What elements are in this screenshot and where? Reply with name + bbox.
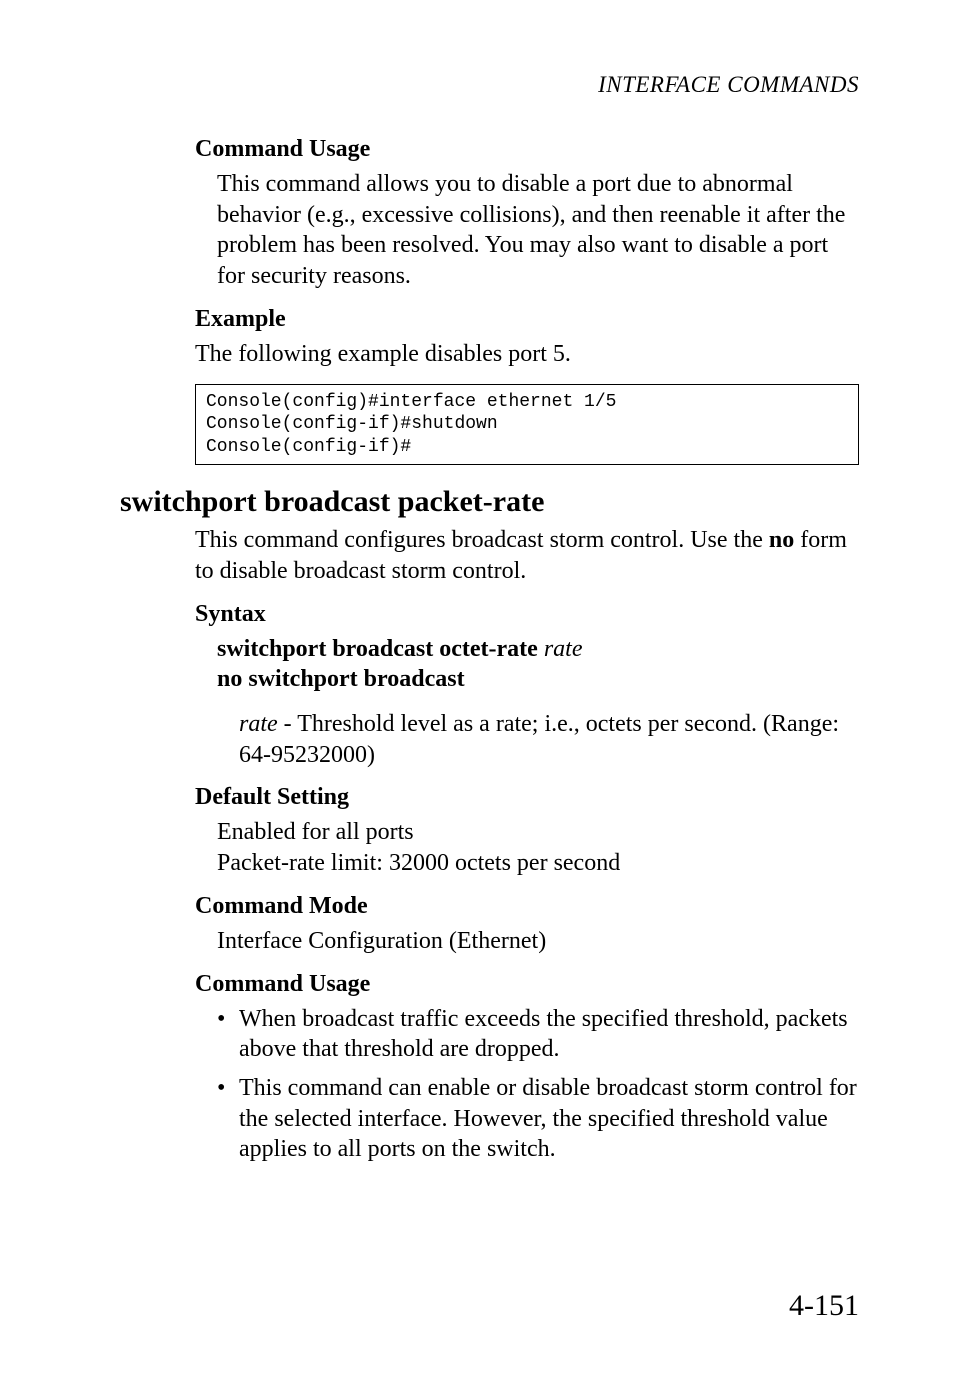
param-text: - Threshold level as a rate; i.e., octet… [239,711,839,768]
running-head-text: INTERFACE COMMANDS [598,72,859,97]
command-usage-text-1: This command allows you to disable a por… [217,169,859,292]
syntax-heading: Syntax [195,601,859,628]
intro-bold: no [769,527,794,553]
page: INTERFACE COMMANDS Command Usage This co… [0,0,954,1388]
list-item: When broadcast traffic exceeds the speci… [239,1004,859,1065]
section-title: switchport broadcast packet-rate [120,485,859,519]
syntax-line-1: switchport broadcast octet-rate rate [217,634,859,665]
usage-bullets: When broadcast traffic exceeds the speci… [195,1004,859,1166]
command-mode-heading: Command Mode [195,893,859,920]
code-example: Console(config)#interface ethernet 1/5 C… [195,384,859,466]
syntax2-bold: no switchport broadcast [217,666,465,692]
example-intro: The following example disables port 5. [195,339,859,370]
command-mode-text: Interface Configuration (Ethernet) [217,926,859,957]
example-heading: Example [195,306,859,333]
param-block: rate - Threshold level as a rate; i.e., … [239,709,859,770]
default-line-2: Packet-rate limit: 32000 octets per seco… [217,848,859,879]
syntax-block: switchport broadcast octet-rate rate no … [217,634,859,695]
command-usage-heading-1: Command Usage [195,136,859,163]
running-head: INTERFACE COMMANDS [120,72,859,98]
syntax1-bold: switchport broadcast octet-rate [217,636,538,662]
default-setting-heading: Default Setting [195,784,859,811]
section-intro: This command configures broadcast storm … [195,525,859,586]
param-name: rate [239,711,278,737]
page-number: 4-151 [789,1289,859,1323]
command-usage-heading-2: Command Usage [195,971,859,998]
default-line-1: Enabled for all ports [217,817,859,848]
syntax1-ital: rate [544,636,583,662]
syntax-line-2: no switchport broadcast [217,664,859,695]
list-item: This command can enable or disable broad… [239,1073,859,1165]
content-block: Command Usage This command allows you to… [195,136,859,1165]
intro-part1: This command configures broadcast storm … [195,527,769,553]
